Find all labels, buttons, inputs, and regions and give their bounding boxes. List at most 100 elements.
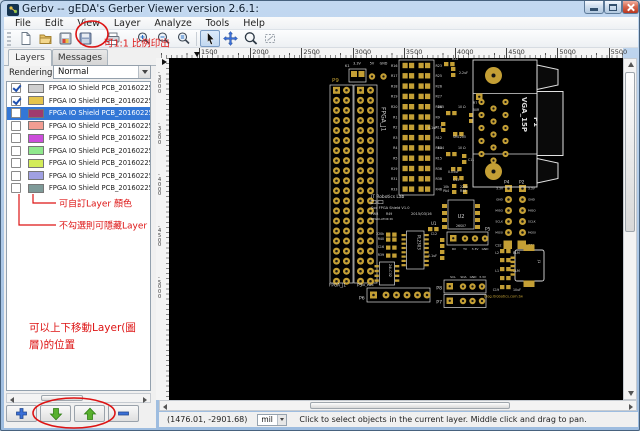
pan-tool-button[interactable]: [220, 30, 240, 47]
maximize-button[interactable]: [604, 1, 622, 14]
svg-text:PL2303: PL2303: [417, 235, 422, 250]
tab-messages[interactable]: Messages: [52, 49, 108, 65]
layer-color-swatch[interactable]: [27, 83, 44, 93]
hruler-label: 2000: [250, 48, 269, 58]
layer-color-swatch[interactable]: [27, 183, 44, 193]
rendering-dropdown-button[interactable]: [138, 66, 150, 78]
move-layer-down-button[interactable]: [40, 405, 71, 422]
rendering-select[interactable]: Normal: [53, 65, 151, 79]
layer-row[interactable]: FPGA IO Shield PCB_20160225-: [7, 157, 150, 170]
layer-color-swatch[interactable]: [27, 108, 44, 118]
pointer-icon: [206, 31, 215, 46]
tab-layers-label: Layers: [15, 53, 45, 63]
pcb-canvas[interactable]: P9 K1 3.3V 5V GND FPGA_J1 FPGA_J1 P3 R16 R23 R17 R2…: [169, 57, 623, 400]
toolbar: [4, 30, 638, 48]
layer-color-swatch[interactable]: [27, 158, 44, 168]
scroll-right-icon[interactable]: [143, 396, 147, 403]
layer-visibility-checkbox[interactable]: [11, 158, 21, 169]
layer-visibility-checkbox[interactable]: [11, 108, 21, 119]
svg-text:RX: RX: [452, 247, 456, 251]
svg-text:0.05uF: 0.05uF: [448, 170, 459, 174]
menu-tools[interactable]: Tools: [199, 18, 236, 29]
menu-view[interactable]: View: [70, 18, 107, 29]
layer-visibility-checkbox[interactable]: [11, 133, 21, 144]
measure-tool-button[interactable]: [260, 30, 280, 47]
scroll-left-icon[interactable]: [10, 396, 14, 403]
svg-text:0.1uF: 0.1uF: [428, 126, 437, 130]
layer-visibility-checkbox[interactable]: [11, 95, 21, 106]
pointer-tool-button[interactable]: [200, 30, 220, 47]
panel-hscrollbar[interactable]: [6, 393, 151, 403]
arrow-up-icon: [83, 407, 96, 420]
menu-edit[interactable]: Edit: [38, 18, 70, 29]
layer-visibility-checkbox[interactable]: [11, 183, 21, 194]
layer-row[interactable]: FPGA IO Shield PCB_20160225-: [7, 132, 150, 145]
layer-row[interactable]: FPGA IO Shield PCB_20160225.: [7, 170, 150, 183]
canvas-vscrollbar[interactable]: [623, 58, 637, 400]
status-bar: (1476.01, -2901.68) mil Click to select …: [159, 412, 638, 427]
layer-color-swatch[interactable]: [27, 96, 44, 106]
svg-text:R16: R16: [391, 64, 398, 68]
svg-text:GND: GND: [470, 275, 478, 279]
menu-analyze[interactable]: Analyze: [147, 18, 198, 29]
vruler-label: - 3 0 0 0: [158, 70, 162, 95]
menu-layer[interactable]: Layer: [107, 18, 148, 29]
svg-text:R33: R33: [391, 187, 398, 191]
tab-layers[interactable]: Layers: [8, 49, 52, 66]
svg-text:R40: R40: [378, 237, 384, 241]
canvas-hscrollbar[interactable]: [159, 400, 637, 411]
svg-text:R9: R9: [436, 115, 440, 119]
scroll-down-icon[interactable]: [627, 391, 634, 396]
app-window: Gerbv -- gEDA's Gerber Viewer version 2.…: [0, 0, 640, 431]
toolbar-grip[interactable]: [7, 31, 11, 46]
layer-visibility-checkbox[interactable]: [11, 120, 21, 131]
svg-text:R48: R48: [460, 189, 466, 193]
svg-text:50R: 50R: [473, 108, 480, 112]
zoom-in-button[interactable]: [133, 30, 153, 47]
layer-color-swatch[interactable]: [27, 146, 44, 156]
layer-row[interactable]: FPGA IO Shield PCB_20160225-: [7, 182, 150, 195]
layer-color-swatch[interactable]: [27, 133, 44, 143]
close-button[interactable]: [622, 1, 639, 14]
svg-text:R49: R49: [386, 212, 392, 216]
layer-row[interactable]: FPGA IO Shield PCB_20160225-: [7, 95, 150, 108]
zoom-fit-button[interactable]: [173, 30, 193, 47]
save-button[interactable]: [75, 30, 95, 47]
layer-color-swatch[interactable]: [27, 121, 44, 131]
scroll-right-icon[interactable]: [629, 403, 633, 410]
layer-row[interactable]: FPGA IO Shield PCB_20160225-: [7, 145, 150, 158]
layer-visibility-checkbox[interactable]: [11, 145, 21, 156]
revert-button[interactable]: [55, 30, 75, 47]
layer-row[interactable]: FPGA IO Shield PCB_20160225-: [7, 82, 150, 95]
new-button[interactable]: [15, 30, 35, 47]
minimize-button[interactable]: [584, 1, 604, 14]
layer-row[interactable]: FPGA IO Shield PCB_20160225-: [7, 107, 150, 120]
scroll-left-icon[interactable]: [163, 403, 167, 410]
zoom-tool-button[interactable]: [240, 30, 260, 47]
svg-text:10 Ω: 10 Ω: [458, 146, 466, 150]
units-select[interactable]: mil: [257, 413, 288, 426]
layer-row[interactable]: FPGA IO Shield PCB_20160225-: [7, 120, 150, 133]
svg-text:26S07: 26S07: [456, 224, 466, 228]
add-layer-button[interactable]: [6, 405, 37, 422]
hruler-label: 3000: [352, 48, 372, 58]
svg-text:SDA: SDA: [460, 275, 467, 279]
layer-visibility-checkbox[interactable]: [11, 170, 21, 181]
layer-color-swatch[interactable]: [27, 171, 44, 181]
svg-text:3.3V: 3.3V: [472, 247, 480, 251]
remove-layer-button[interactable]: [108, 405, 139, 422]
canvas-vscroll-thumb[interactable]: [625, 72, 635, 232]
maximize-icon: [609, 3, 617, 11]
canvas-hscroll-thumb[interactable]: [310, 402, 510, 409]
zoom-out-button[interactable]: [153, 30, 173, 47]
menu-file[interactable]: File: [8, 18, 38, 29]
panel-hscroll-thumb[interactable]: [41, 395, 83, 401]
pan-icon: [222, 31, 238, 46]
open-button[interactable]: [35, 30, 55, 47]
scroll-up-icon[interactable]: [627, 62, 634, 67]
move-layer-up-button[interactable]: [74, 405, 105, 422]
print-button[interactable]: [103, 30, 123, 47]
menu-help[interactable]: Help: [236, 18, 272, 29]
layer-visibility-checkbox[interactable]: [11, 83, 21, 94]
units-dropdown-button[interactable]: [277, 414, 287, 425]
